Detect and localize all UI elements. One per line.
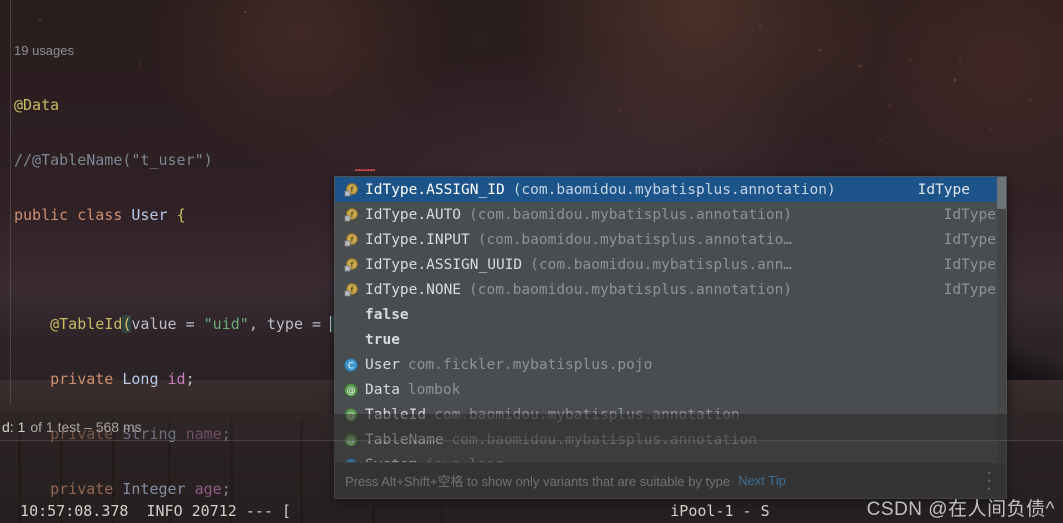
class-icon: C <box>343 357 365 373</box>
completion-item-label: IdType.ASSIGN_UUID <box>365 256 523 273</box>
completion-item-type: IdType <box>943 206 996 223</box>
completion-item-package: (com.baomidou.mybatisplus.annotatio… <box>477 231 793 248</box>
code-line-tableid: @TableId(value = "uid", type = ) <box>14 315 341 334</box>
completion-item-label: true <box>365 331 400 348</box>
code-line-data-annotation: @Data <box>14 96 60 115</box>
svg-text:@: @ <box>347 386 356 396</box>
annotation-icon: @ <box>343 382 365 398</box>
field-icon: f <box>343 257 365 273</box>
completion-item-label: IdType.NONE <box>365 281 462 298</box>
code-line-blank-1 <box>14 261 23 279</box>
watermark-text: CSDN @在人间负债^ <box>866 499 1055 520</box>
svg-text:f: f <box>351 235 354 244</box>
field-icon: f <box>343 282 365 298</box>
gutter-divider <box>10 0 11 405</box>
svg-text:C: C <box>348 361 354 371</box>
completion-item-package: (com.baomidou.mybatisplus.annotation) <box>469 206 793 223</box>
completion-item[interactable]: f IdType.ASSIGN_ID (com.baomidou.mybatispl… <box>335 177 1006 202</box>
completion-item-label: false <box>365 306 409 323</box>
test-status-rest: of 1 test – 568 ms <box>30 419 142 435</box>
svg-text:f: f <box>351 285 354 294</box>
completion-item[interactable]: @ Data lombok <box>335 377 1006 402</box>
ide-screenshot: 19 usages @Data //@TableName("t_user") p… <box>0 0 1063 523</box>
completion-item[interactable]: f IdType.NONE (com.baomidou.mybatisplus.an… <box>335 277 1006 302</box>
completion-item-type: IdType <box>943 231 996 248</box>
completion-scrollbar-thumb[interactable] <box>997 177 1006 209</box>
code-line-tablename-comment: //@TableName("t_user") <box>14 151 213 170</box>
code-line-field-id: private Long id; <box>50 370 195 389</box>
test-run-status-bar: d: 1 of 1 test – 568 ms <box>0 414 1063 441</box>
completion-item-package: (com.baomidou.mybatisplus.annotation) <box>512 181 836 198</box>
test-status-prefix: d: 1 <box>2 419 26 435</box>
svg-text:f: f <box>351 260 354 269</box>
usages-inlay-hint[interactable]: 19 usages <box>14 43 74 58</box>
svg-text:f: f <box>351 210 354 219</box>
completion-item-label: IdType.INPUT <box>365 231 470 248</box>
completion-item-package: lombok <box>407 381 461 398</box>
completion-item[interactable]: f IdType.AUTO (com.baomidou.mybatisplus.an… <box>335 202 1006 227</box>
completion-item[interactable]: false <box>335 302 1006 327</box>
field-icon: f <box>343 232 365 248</box>
completion-item-label: Data <box>365 381 400 398</box>
field-icon: f <box>343 207 365 223</box>
svg-text:f: f <box>351 185 354 194</box>
completion-item[interactable]: true <box>335 327 1006 352</box>
code-line-class-decl: public class User { <box>14 205 186 224</box>
completion-item-type: IdType <box>943 281 996 298</box>
completion-item-package: (com.baomidou.mybatisplus.annotation) <box>469 281 793 298</box>
field-icon: f <box>343 182 365 198</box>
error-squiggly-underline <box>355 168 375 171</box>
completion-item[interactable]: f IdType.INPUT (com.baomidou.mybatisplus.a… <box>335 227 1006 252</box>
completion-item[interactable]: C User com.fickler.mybatisplus.pojo <box>335 352 1006 377</box>
completion-item-label: IdType.ASSIGN_ID <box>365 181 505 198</box>
completion-item-package: com.fickler.mybatisplus.pojo <box>407 356 653 373</box>
completion-item-type: IdType <box>917 181 970 198</box>
completion-item-type: IdType <box>943 256 996 273</box>
completion-item-label: User <box>365 356 400 373</box>
completion-item-label: IdType.AUTO <box>365 206 462 223</box>
completion-item-package: (com.baomidou.mybatisplus.ann… <box>530 256 793 273</box>
completion-item[interactable]: f IdType.ASSIGN_UUID (com.baomidou.mybatis… <box>335 252 1006 277</box>
